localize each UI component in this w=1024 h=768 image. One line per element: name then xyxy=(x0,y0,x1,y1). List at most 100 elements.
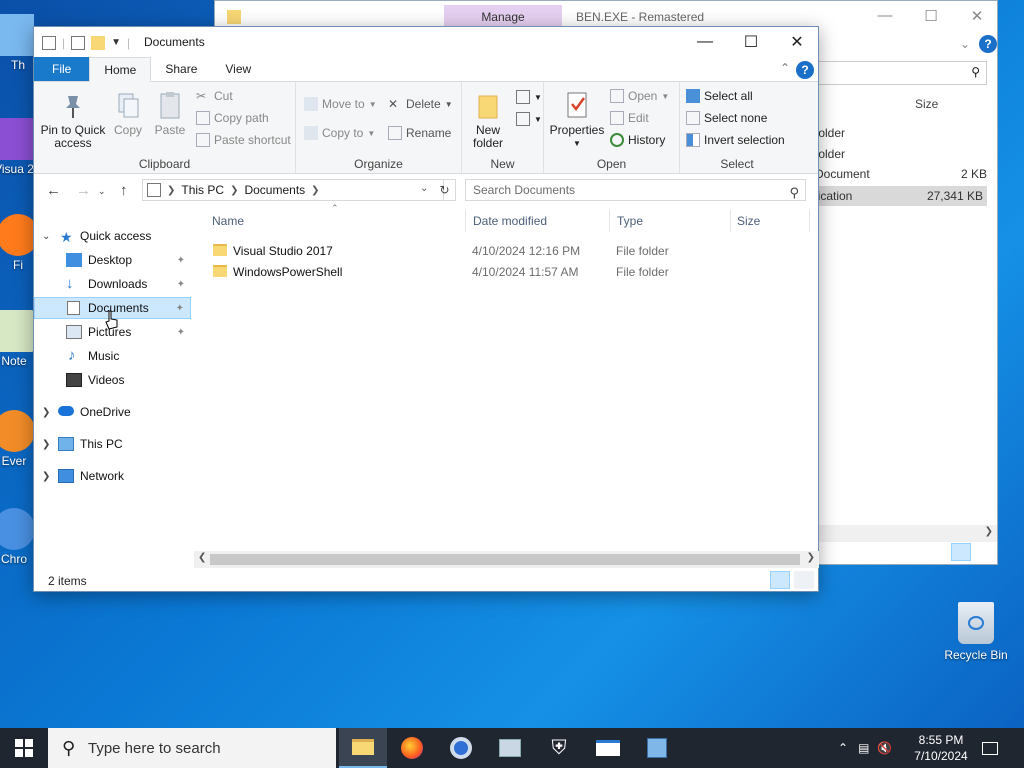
chevron-down-icon[interactable]: ⌄ xyxy=(42,231,50,242)
collapse-ribbon-icon[interactable]: ⌃ xyxy=(780,61,790,75)
desktop-icon-chrome[interactable]: Chro xyxy=(0,508,34,566)
nav-music[interactable]: ♪ Music xyxy=(34,345,191,367)
bg-row-3[interactable]: Document 2 KB xyxy=(815,167,987,181)
address-dropdown-icon[interactable]: ⌄ xyxy=(420,183,428,194)
move-to-button[interactable]: Move to ▼ xyxy=(304,97,377,111)
new-folder-button[interactable]: New folder xyxy=(466,90,510,150)
copy-path-button[interactable]: Copy path xyxy=(196,111,269,125)
network-icon[interactable]: ▤ xyxy=(858,741,869,755)
tab-file[interactable]: File xyxy=(34,57,90,81)
bg-col-size[interactable]: Size xyxy=(915,97,938,111)
taskbar-firefox[interactable] xyxy=(388,728,436,768)
tab-share[interactable]: Share xyxy=(151,57,211,81)
large-icons-view-icon[interactable] xyxy=(975,543,995,561)
start-button[interactable] xyxy=(0,728,48,768)
cut-button[interactable]: ✂ Cut xyxy=(196,89,233,103)
close-button[interactable]: ✕ xyxy=(774,27,820,57)
paste-shortcut-button[interactable]: Paste shortcut xyxy=(196,133,291,147)
nav-onedrive[interactable]: ❯ OneDrive xyxy=(34,401,191,423)
bg-maximize-button[interactable]: ☐ xyxy=(921,7,941,27)
copy-button[interactable]: Copy xyxy=(108,90,148,137)
back-arrow-icon[interactable]: ← xyxy=(46,182,61,199)
column-name[interactable]: Name xyxy=(212,214,244,228)
notifications-icon[interactable] xyxy=(982,728,1002,768)
taskbar-app-7[interactable] xyxy=(633,728,681,768)
tab-home[interactable]: Home xyxy=(89,57,152,82)
nav-downloads[interactable]: ↓ Downloads ✦ xyxy=(34,273,191,295)
help-icon[interactable]: ? xyxy=(796,61,814,79)
desktop-icon-this-pc[interactable]: Th xyxy=(0,14,34,72)
chevron-right-icon[interactable]: ❯ xyxy=(42,439,50,450)
nav-quick-access[interactable]: ⌄ ★ Quick access xyxy=(34,225,191,247)
explorer-window[interactable]: | ▼ | Documents — ☐ ✕ File Home Share Vi… xyxy=(33,26,819,592)
bg-close-button[interactable]: ✕ xyxy=(967,7,987,27)
select-all-button[interactable]: Select all xyxy=(686,89,753,103)
bg-minimize-button[interactable]: — xyxy=(875,7,895,27)
horizontal-scrollbar[interactable]: ❮ ❯ xyxy=(194,551,819,568)
nav-videos[interactable]: Videos xyxy=(34,369,191,391)
new-item-button[interactable]: ▼ xyxy=(516,90,542,104)
column-type[interactable]: Type xyxy=(617,214,643,228)
new-folder-qat-icon[interactable] xyxy=(91,35,106,50)
details-view-icon[interactable] xyxy=(951,543,971,561)
bg-search-box[interactable]: ⚲ xyxy=(815,61,987,85)
forward-arrow-icon[interactable]: → xyxy=(76,182,91,199)
column-size[interactable]: Size xyxy=(737,214,760,228)
taskbar-search-input[interactable]: ⚲ Type here to search xyxy=(48,728,336,768)
refresh-icon[interactable]: ↻ xyxy=(434,179,456,201)
taskbar-file-explorer[interactable] xyxy=(339,728,387,768)
taskbar-security[interactable]: ⛨ xyxy=(535,728,583,768)
nav-this-pc[interactable]: ❯ This PC xyxy=(34,433,191,455)
easy-access-button[interactable]: ▼ xyxy=(516,112,542,126)
breadcrumb-this-pc[interactable]: This PC xyxy=(181,183,224,197)
pin-to-quick-access-button[interactable]: Pin to Quick access xyxy=(40,90,106,150)
rename-button[interactable]: Rename xyxy=(388,126,451,140)
properties-check-icon[interactable] xyxy=(71,35,86,50)
nav-network[interactable]: ❯ Network xyxy=(34,465,191,487)
recent-locations-chevron-icon[interactable]: ⌄ xyxy=(98,186,106,197)
bg-row-4-selected[interactable]: lication 27,341 KB xyxy=(815,186,987,206)
bg-row-1[interactable]: folder xyxy=(815,126,845,140)
desktop-icon-recycle-bin[interactable]: Recycle Bin xyxy=(938,602,1014,662)
desktop-icon-everything[interactable]: Ever xyxy=(0,410,34,468)
file-row[interactable]: WindowsPowerShell 4/10/2024 11:57 AM Fil… xyxy=(211,262,801,282)
properties-button[interactable]: Properties ▼ xyxy=(548,90,606,150)
show-hidden-icons-chevron-icon[interactable]: ⌃ xyxy=(838,741,848,755)
file-row[interactable]: Visual Studio 2017 4/10/2024 12:16 PM Fi… xyxy=(211,241,801,261)
address-bar[interactable]: ❯ This PC ❯ Documents ❯ xyxy=(142,179,444,201)
maximize-button[interactable]: ☐ xyxy=(728,27,774,57)
large-icons-view-icon[interactable] xyxy=(794,571,814,589)
breadcrumb-documents[interactable]: Documents xyxy=(244,183,305,197)
bg-help-icon[interactable]: ? xyxy=(979,35,997,53)
invert-selection-button[interactable]: Invert selection xyxy=(686,133,785,147)
chevron-right-icon[interactable]: ❯ xyxy=(42,471,50,482)
copy-to-button[interactable]: Copy to ▼ xyxy=(304,126,375,140)
select-none-button[interactable]: Select none xyxy=(686,111,767,125)
scrollbar-thumb[interactable] xyxy=(210,554,800,565)
taskbar-app-6[interactable] xyxy=(584,728,632,768)
up-arrow-icon[interactable]: ↑ xyxy=(120,182,128,199)
delete-button[interactable]: ✕ Delete ▼ xyxy=(388,97,453,111)
desktop-icon-notepad[interactable]: Note xyxy=(0,310,34,368)
minimize-button[interactable]: — xyxy=(682,27,728,57)
bg-horizontal-scrollbar[interactable]: ❯ xyxy=(815,525,997,542)
scroll-right-icon[interactable]: ❯ xyxy=(807,552,815,563)
taskbar-chrome[interactable] xyxy=(437,728,485,768)
taskbar-app-4[interactable] xyxy=(486,728,534,768)
title-bar[interactable]: | ▼ | Documents — ☐ ✕ xyxy=(34,27,818,58)
chevron-right-icon[interactable]: ❯ xyxy=(42,407,50,418)
column-date-modified[interactable]: Date modified xyxy=(473,214,547,228)
details-view-icon[interactable] xyxy=(770,571,790,589)
volume-muted-icon[interactable]: 🔇 xyxy=(877,741,892,755)
bg-row-2[interactable]: folder xyxy=(815,147,845,161)
clock[interactable]: 8:55 PM 7/10/2024 xyxy=(906,732,976,764)
chevron-down-icon[interactable]: ⌄ xyxy=(960,37,970,51)
search-input[interactable]: Search Documents ⚲ xyxy=(465,179,806,201)
history-button[interactable]: History xyxy=(610,133,665,147)
paste-button[interactable]: Paste xyxy=(150,90,190,137)
nav-desktop[interactable]: Desktop ✦ xyxy=(34,249,191,271)
desktop-icon-visual-studio[interactable]: Visua 2 xyxy=(0,118,34,176)
chevron-right-icon[interactable]: ❯ xyxy=(985,526,993,537)
tab-view[interactable]: View xyxy=(211,57,265,81)
desktop-icon-firefox[interactable]: Fi xyxy=(0,214,34,272)
